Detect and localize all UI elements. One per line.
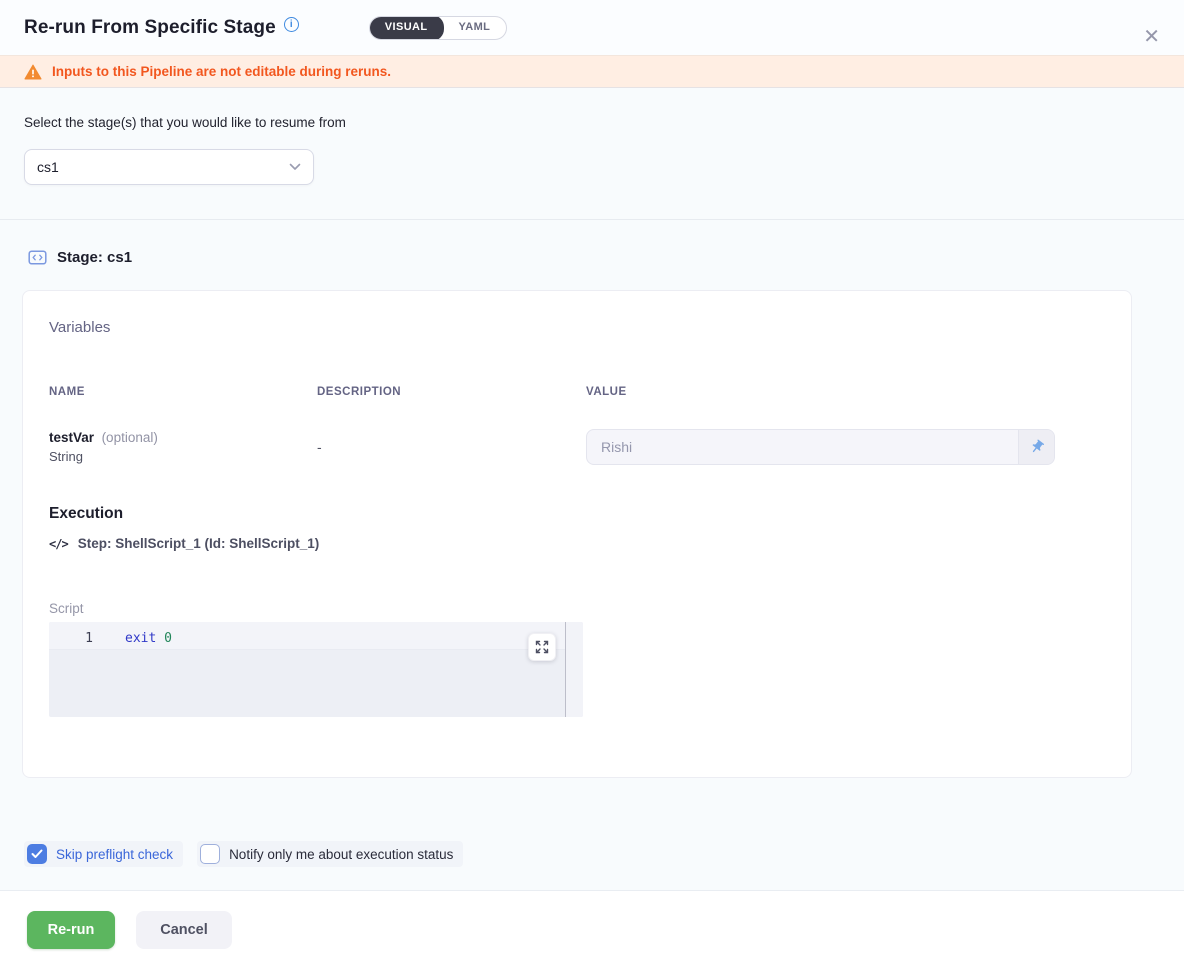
modal-header: Re-run From Specific Stage i VISUAL YAML… — [0, 0, 1184, 55]
column-header-name: NAME — [49, 386, 317, 398]
code-text: exit 0 — [93, 631, 172, 649]
shell-script-icon: </> — [49, 537, 68, 551]
stage-select-value: cs1 — [37, 159, 59, 175]
page-title: Re-run From Specific Stage — [24, 17, 276, 39]
execution-heading: Execution — [49, 505, 1105, 523]
line-number: 1 — [49, 631, 93, 649]
expand-icon — [535, 640, 549, 654]
stage-select-label: Select the stage(s) that you would like … — [24, 115, 1160, 130]
stage-heading-row: Stage: cs1 — [28, 248, 1162, 267]
warning-banner: Inputs to this Pipeline are not editable… — [0, 55, 1184, 88]
variables-header-row: NAME DESCRIPTION VALUE — [49, 386, 1105, 398]
variable-name-cell: testVar (optional) String — [49, 430, 317, 464]
stage-section: Stage: cs1 Variables NAME DESCRIPTION VA… — [0, 220, 1184, 778]
variables-heading: Variables — [49, 319, 1105, 336]
notify-only-me-label: Notify only me about execution status — [229, 847, 453, 862]
variable-value-field — [586, 429, 1055, 465]
variable-type: String — [49, 449, 317, 464]
tab-yaml[interactable]: YAML — [443, 16, 507, 40]
stage-inputs-card: Variables NAME DESCRIPTION VALUE testVar… — [22, 290, 1132, 778]
column-header-value: VALUE — [586, 386, 1105, 398]
step-label: Step: ShellScript_1 (Id: ShellScript_1) — [78, 536, 320, 551]
run-options-row: Skip preflight check Notify only me abou… — [24, 841, 1184, 867]
notify-only-me-option[interactable]: Notify only me about execution status — [197, 841, 463, 867]
skip-preflight-checkbox[interactable] — [27, 844, 47, 864]
editor-scrollbar-divider — [565, 622, 566, 717]
stage-select-section: Select the stage(s) that you would like … — [0, 88, 1184, 220]
variable-name: testVar — [49, 430, 94, 445]
step-row: </> Step: ShellScript_1 (Id: ShellScript… — [49, 536, 1105, 551]
info-icon[interactable]: i — [284, 17, 299, 32]
close-icon[interactable]: ✕ — [1143, 27, 1160, 47]
stage-select-dropdown[interactable]: cs1 — [24, 149, 314, 185]
modal-footer: Re-run Cancel — [0, 890, 1184, 968]
cancel-button[interactable]: Cancel — [136, 911, 232, 949]
script-code-editor[interactable]: 1 exit 0 — [49, 622, 583, 717]
rerun-stage-modal: Re-run From Specific Stage i VISUAL YAML… — [0, 0, 1184, 968]
warning-triangle-icon — [24, 64, 42, 80]
warning-message: Inputs to this Pipeline are not editable… — [52, 64, 391, 79]
modal-body: Select the stage(s) that you would like … — [0, 88, 1184, 890]
skip-preflight-label: Skip preflight check — [56, 847, 173, 862]
custom-stage-icon — [28, 248, 47, 267]
script-field-label: Script — [49, 601, 1105, 616]
editor-scrollbar-track[interactable] — [566, 622, 583, 717]
code-line: 1 exit 0 — [49, 622, 565, 650]
column-header-description: DESCRIPTION — [317, 386, 586, 398]
tab-visual[interactable]: VISUAL — [369, 16, 444, 40]
visual-yaml-toggle: VISUAL YAML — [369, 16, 508, 40]
pin-icon — [1025, 436, 1047, 458]
table-row: testVar (optional) String - — [49, 429, 1105, 465]
skip-preflight-option[interactable]: Skip preflight check — [24, 841, 183, 867]
variable-optional-tag: (optional) — [98, 430, 158, 445]
variable-description: - — [317, 439, 586, 455]
expand-editor-button[interactable] — [528, 633, 556, 661]
pin-button[interactable] — [1018, 430, 1054, 464]
rerun-button[interactable]: Re-run — [27, 911, 115, 949]
notify-only-me-checkbox[interactable] — [200, 844, 220, 864]
stage-heading: Stage: cs1 — [57, 249, 132, 266]
variable-value-input — [587, 430, 1018, 464]
chevron-down-icon — [289, 163, 301, 171]
